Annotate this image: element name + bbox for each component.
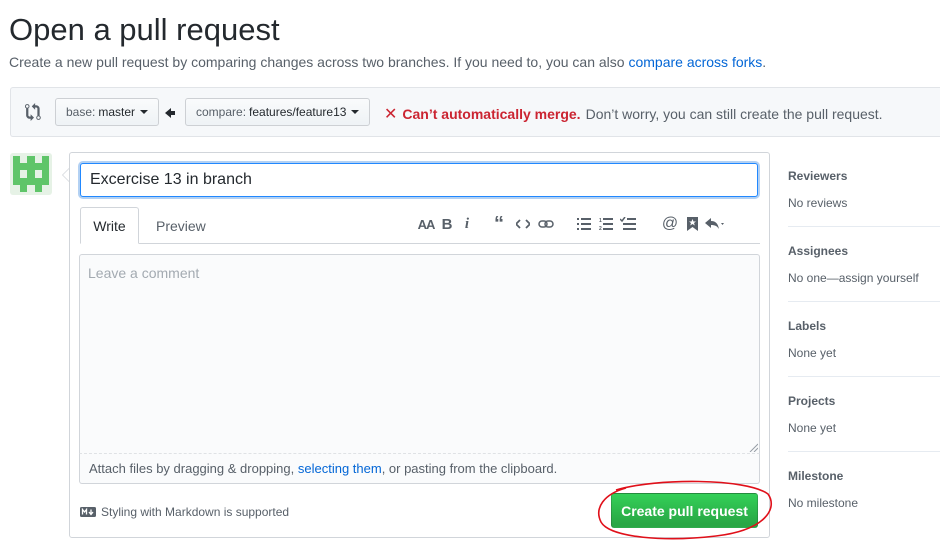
comment-textarea[interactable] — [79, 254, 760, 454]
reply-icon[interactable] — [702, 214, 728, 234]
markdown-note-text: Styling with Markdown is supported — [101, 505, 290, 519]
attach-text-end: , or pasting from the clipboard. — [381, 461, 558, 476]
branch-range-bar: base: master compare: features/feature13… — [10, 87, 940, 137]
merge-status: ✕ Can’t automatically merge. Don’t worry… — [384, 104, 883, 124]
compare-branch-dropdown[interactable]: compare: features/feature13 — [185, 98, 371, 126]
header-icon[interactable]: AA — [414, 214, 438, 234]
caret-down-icon — [140, 110, 149, 114]
tab-write[interactable]: Write — [80, 207, 139, 244]
merge-help-text: Don’t worry, you can still create the pu… — [585, 106, 883, 122]
select-files-link[interactable]: selecting them — [298, 461, 382, 476]
unordered-list-icon[interactable] — [572, 214, 596, 234]
reference-icon[interactable] — [682, 214, 702, 234]
sidebar-divider — [788, 301, 940, 302]
compare-across-forks-link[interactable]: compare across forks — [628, 54, 762, 70]
compare-branch-prefix: compare: — [196, 105, 247, 119]
sidebar-section-value: No milestone — [788, 496, 859, 510]
sidebar-section-value: No reviews — [788, 196, 848, 210]
create-pull-request-button[interactable]: Create pull request — [611, 493, 758, 528]
markdown-help[interactable]: Styling with Markdown is supported — [80, 505, 289, 519]
ordered-list-icon[interactable]: 12 — [596, 214, 616, 234]
caret-down-icon — [351, 110, 360, 114]
page-subtitle: Create a new pull request by comparing c… — [9, 54, 766, 70]
merge-error-text: Can’t automatically merge. — [402, 106, 581, 122]
italic-icon[interactable]: i — [456, 214, 478, 234]
sidebar-divider — [788, 376, 940, 377]
arrow-left-icon — [165, 108, 175, 118]
attach-text: Attach files by dragging & dropping, — [89, 461, 298, 476]
avatar[interactable] — [10, 153, 52, 195]
svg-text:2: 2 — [599, 226, 602, 231]
code-icon[interactable] — [512, 214, 534, 234]
bold-icon[interactable]: B — [438, 214, 456, 234]
base-branch-dropdown[interactable]: base: master — [55, 98, 160, 126]
file-attach-bar[interactable]: Attach files by dragging & dropping, sel… — [79, 454, 760, 484]
markdown-icon — [80, 507, 96, 517]
pr-title-input[interactable] — [80, 163, 758, 197]
base-branch-value: master — [98, 105, 136, 119]
sidebar-section-title: Milestone — [788, 469, 844, 483]
subtitle-text: Create a new pull request by comparing c… — [9, 54, 629, 70]
sidebar-divider — [788, 451, 940, 452]
resize-handle-icon[interactable] — [748, 442, 758, 452]
compare-branch-value: features/feature13 — [249, 105, 347, 119]
sidebar-section-title: Reviewers — [788, 169, 848, 183]
sidebar-section-title: Labels — [788, 319, 827, 333]
mention-icon[interactable]: @ — [658, 214, 682, 234]
subtitle-end: . — [762, 54, 767, 70]
sidebar-section-value: None yet — [788, 421, 837, 435]
form-pointer-inner — [63, 169, 69, 181]
markdown-toolbar: AA B i “ 12 @ — [414, 213, 728, 235]
svg-text:1: 1 — [599, 218, 602, 224]
sidebar-section-title: Projects — [788, 394, 836, 408]
link-icon[interactable] — [534, 214, 558, 234]
sidebar-section-title: Assignees — [788, 244, 849, 258]
sidebar-section-value: None yet — [788, 346, 837, 360]
quote-icon[interactable]: “ — [486, 213, 512, 235]
sidebar-section-value: No one—assign yourself — [788, 271, 919, 285]
page-title: Open a pull request — [9, 12, 280, 47]
x-icon: ✕ — [384, 106, 398, 123]
git-compare-icon — [25, 103, 41, 121]
tab-preview[interactable]: Preview — [144, 207, 218, 244]
sidebar-divider — [788, 226, 940, 227]
base-branch-prefix: base: — [66, 105, 96, 119]
task-list-icon[interactable] — [616, 214, 640, 234]
